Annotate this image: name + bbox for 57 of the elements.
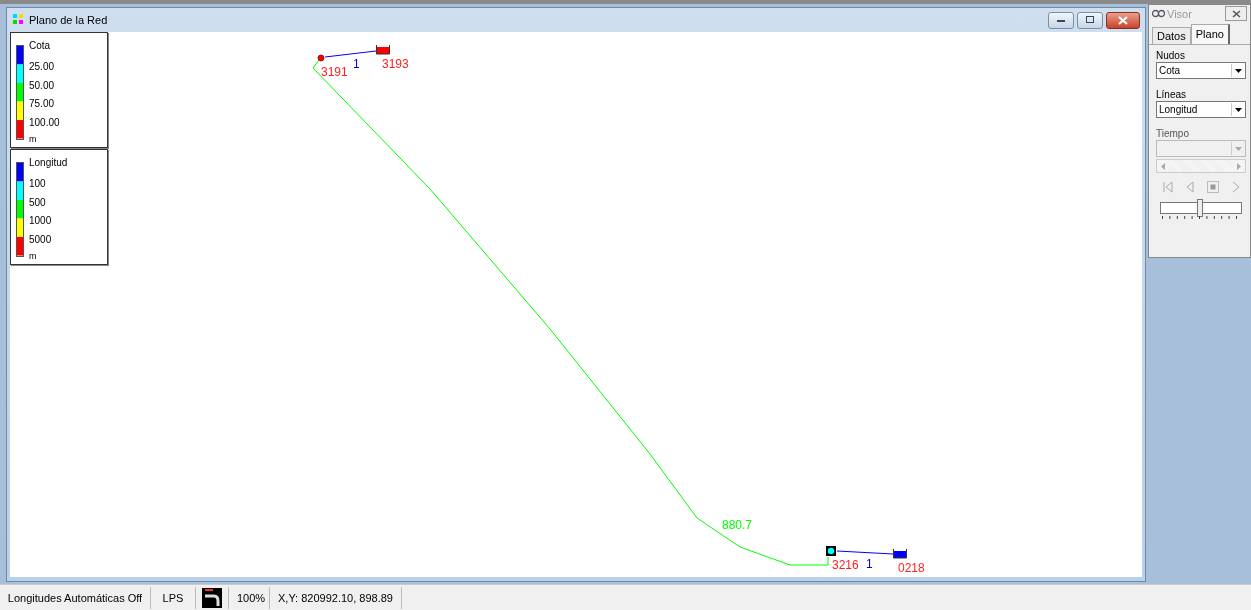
dots-icon — [13, 14, 25, 26]
close-icon — [1118, 15, 1128, 25]
minimize-button[interactable] — [1048, 11, 1074, 29]
legend-label: 75.00 — [29, 98, 55, 109]
tank-node[interactable] — [893, 548, 907, 559]
close-button[interactable] — [1225, 6, 1247, 21]
status-text: X,Y: 820992.10, 898.89 — [270, 586, 402, 609]
legend-units: m — [29, 251, 37, 261]
window-title: Plano de la Red — [29, 14, 108, 26]
maximize-button[interactable] — [1077, 11, 1103, 29]
right-arrow-icon — [1237, 162, 1241, 170]
link-label: 1 — [866, 557, 873, 571]
maximize-icon — [1085, 16, 1095, 24]
left-arrow-icon — [1161, 162, 1165, 170]
field-label: Tiempo — [1156, 128, 1190, 140]
tank-node[interactable] — [376, 44, 390, 55]
caret-icon — [1235, 107, 1242, 112]
node-label: 3191 — [321, 65, 348, 79]
speed-slider[interactable] — [1160, 199, 1242, 219]
reservoir-node[interactable] — [826, 546, 836, 556]
legend-label: 25.00 — [29, 61, 55, 72]
glasses-icon — [1152, 9, 1165, 18]
node-label: 0218 — [898, 561, 925, 575]
caret-icon — [1235, 68, 1242, 73]
caret-icon — [1235, 146, 1242, 151]
link-label: 880.7 — [722, 518, 753, 532]
legend[interactable]: Cota 25.00 50.00 75.00 100.00 m — [10, 32, 108, 148]
legend-title: Cota — [29, 40, 51, 51]
legend-label: 5000 — [29, 233, 52, 245]
node-label: 3216 — [832, 558, 859, 572]
panel-title: Visor — [1167, 7, 1192, 20]
legend-units: m — [29, 134, 37, 144]
close-button[interactable] — [1106, 11, 1140, 29]
junction-node[interactable] — [317, 54, 325, 62]
status-text: Longitudes Automáticas Off — [0, 586, 151, 609]
close-icon — [1231, 9, 1241, 18]
pipe-line[interactable] — [836, 550, 894, 555]
time-scrollbar[interactable] — [1156, 159, 1246, 173]
legend-label: 100 — [29, 178, 46, 189]
run-status-icon — [202, 587, 222, 608]
status-text: LPS — [151, 586, 196, 609]
pipe-line[interactable] — [324, 50, 377, 58]
node-label: 3193 — [382, 57, 409, 71]
tab[interactable]: Plano — [1190, 24, 1230, 44]
dropdown[interactable]: Cota — [1156, 62, 1246, 79]
legend-label: 500 — [29, 196, 46, 208]
legend-label: 100.00 — [29, 116, 60, 128]
link-label: 1 — [353, 57, 360, 71]
field-label: Nudos — [1156, 50, 1186, 62]
tab[interactable]: Datos — [1152, 27, 1191, 44]
field-label: Líneas — [1156, 89, 1188, 101]
dropdown[interactable]: Longitud — [1156, 101, 1246, 118]
legend-title: Longitud — [29, 157, 68, 168]
status-text: 100% — [229, 586, 270, 609]
legend-label: 1000 — [29, 215, 52, 226]
legend[interactable]: Longitud 100 500 1000 5000 m — [10, 149, 108, 265]
legend-label: 50.00 — [29, 79, 55, 91]
